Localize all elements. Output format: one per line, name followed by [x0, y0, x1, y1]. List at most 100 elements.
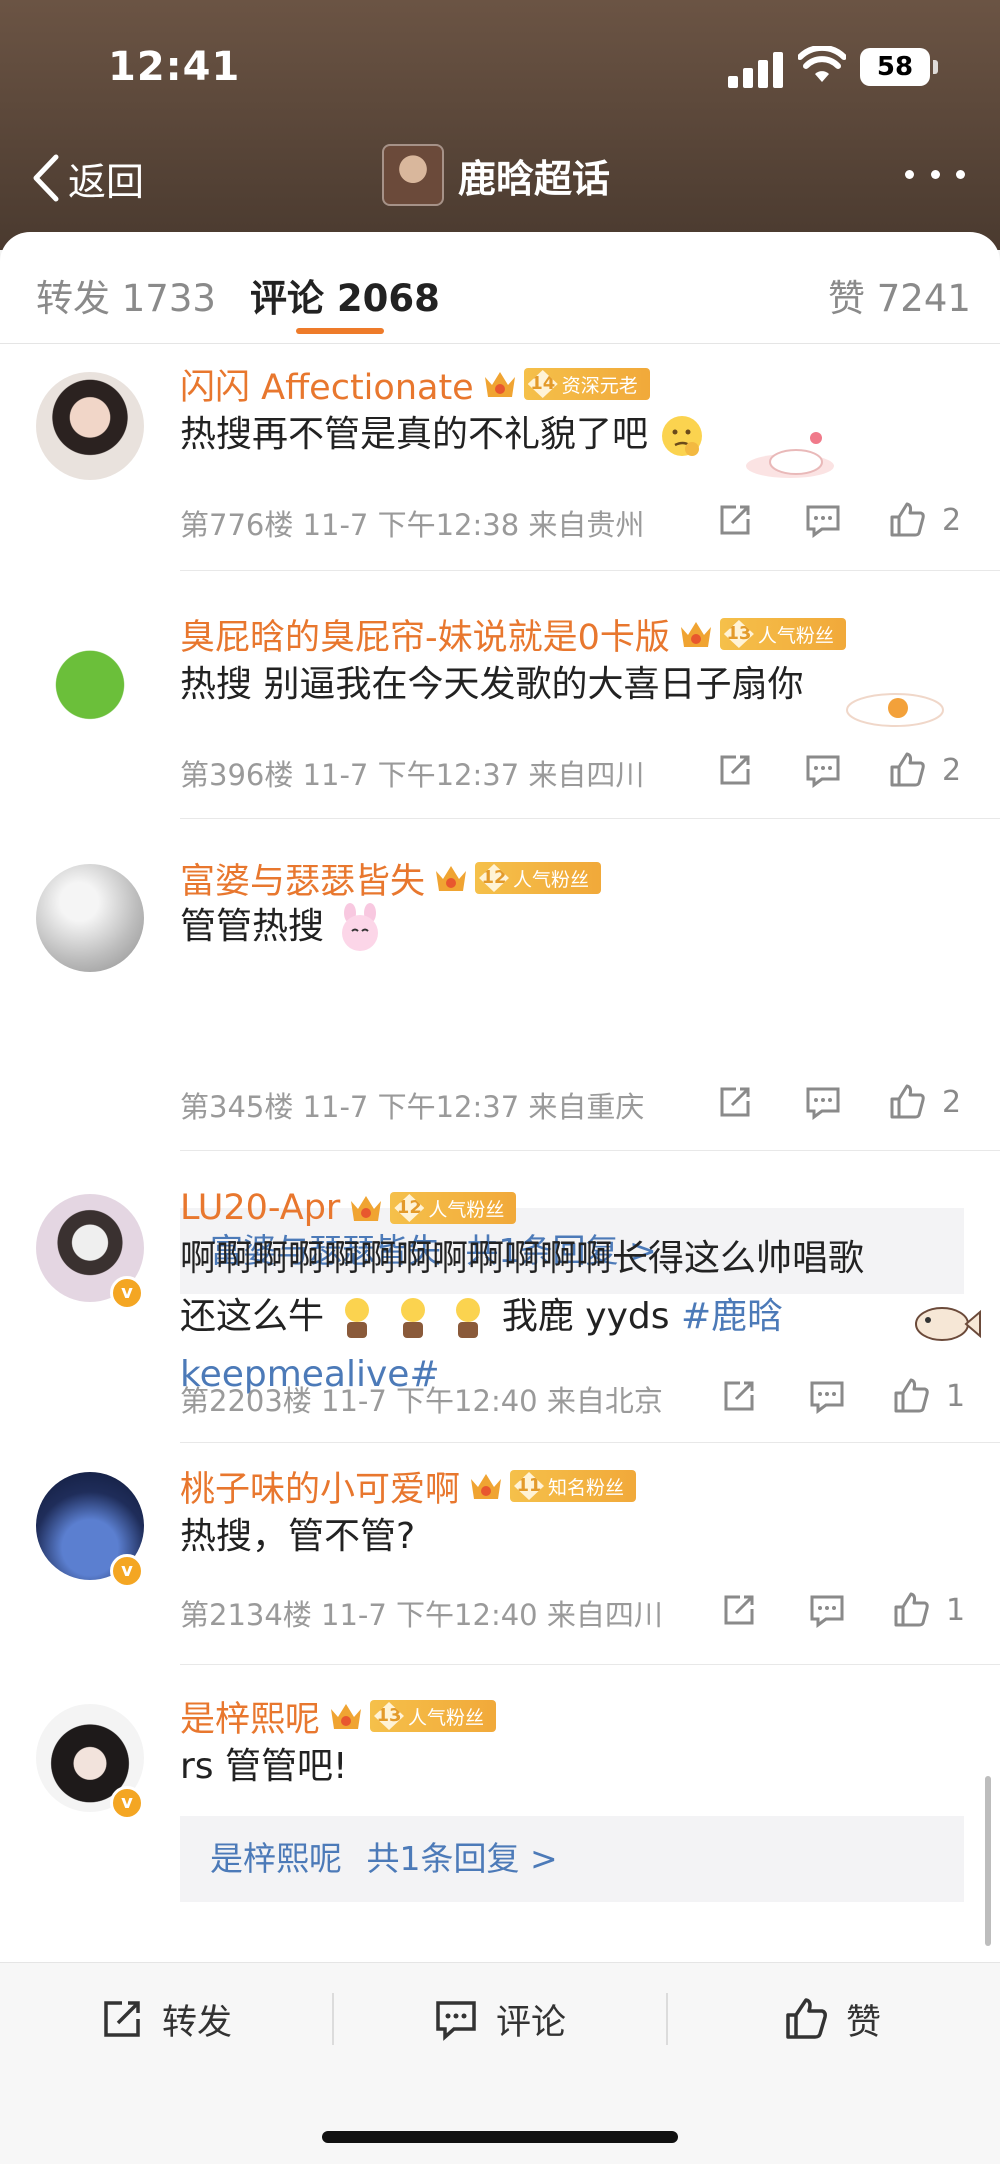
status-time: 12:41	[108, 44, 241, 90]
comment-meta: 第776楼 11-7 下午12:38 来自贵州	[180, 508, 645, 542]
wifi-icon	[798, 46, 846, 82]
lightbulb-emoji-icon	[400, 1298, 425, 1338]
reply-button[interactable]	[804, 498, 842, 542]
crown-icon	[471, 1474, 502, 1499]
comment-icon	[810, 1381, 844, 1414]
fan-level-badge: 13 人气粉丝	[370, 1700, 497, 1732]
share-button[interactable]	[720, 1374, 758, 1418]
username[interactable]: LU20-Apr	[180, 1188, 340, 1228]
like-button[interactable]: 2	[888, 1080, 961, 1124]
cat-sticker-icon	[746, 432, 834, 478]
more-options-button[interactable]	[905, 170, 965, 186]
username[interactable]: 臭屁晗的臭屁帘-妹说就是0卡版	[180, 609, 670, 660]
tab-comments[interactable]: 评论 2068	[250, 268, 440, 322]
like-count: 2	[942, 752, 962, 788]
like-label: 赞	[846, 2002, 882, 2043]
comment-actions: 2	[716, 1080, 976, 1124]
thumbs-up-icon	[786, 1998, 827, 2039]
hashtag-link[interactable]: #鹿晗	[681, 1296, 783, 1337]
tab-reposts[interactable]: 转发 1733	[36, 268, 216, 322]
scrollbar[interactable]	[985, 1776, 991, 1946]
fan-level: 12	[394, 1194, 425, 1222]
crown-icon	[680, 622, 711, 647]
thumbs-up-icon	[890, 1084, 925, 1119]
share-button[interactable]	[720, 1588, 758, 1632]
divider	[180, 570, 1000, 571]
crown-icon	[436, 866, 467, 891]
crown-icon	[331, 1704, 362, 1729]
tab-likes[interactable]: 赞 7241	[828, 268, 971, 322]
username[interactable]: 闪闪 Affectionate	[180, 359, 474, 410]
comment-icon	[806, 1087, 840, 1120]
username[interactable]: 是梓熙呢	[180, 1691, 320, 1742]
like-button[interactable]: 2	[888, 748, 961, 792]
thumbs-up-icon	[890, 752, 925, 787]
supertopic-title[interactable]: 鹿晗超话	[382, 140, 610, 210]
comment-header: 是梓熙呢 13 人气粉丝	[180, 1694, 497, 1740]
back-button[interactable]: 返回	[28, 148, 144, 208]
reply-button[interactable]	[808, 1374, 846, 1418]
fan-level-badge: 12 人气粉丝	[475, 862, 602, 894]
fan-title: 人气粉丝	[757, 624, 834, 647]
comment-meta: 第396楼 11-7 下午12:37 来自四川	[180, 758, 645, 792]
share-icon	[724, 1595, 754, 1625]
like-button[interactable]: 1	[892, 1588, 965, 1632]
like-count: 2	[942, 1084, 962, 1120]
fan-title: 人气粉丝	[513, 868, 590, 891]
username[interactable]: 富婆与瑟瑟皆失	[180, 853, 425, 904]
chevron-left-icon	[33, 154, 59, 202]
repost-label: 转发	[162, 2002, 233, 2043]
comment-label: 评论	[496, 2002, 567, 2043]
fan-level: 14	[527, 370, 558, 398]
bottom-action-bar: 转发 评论 赞	[0, 1962, 1000, 2164]
comment-text: 热搜再不管是真的不礼貌了吧	[180, 406, 970, 464]
like-button[interactable]: 2	[888, 498, 961, 542]
supertopic-avatar	[382, 144, 444, 206]
reply-button[interactable]	[808, 1588, 846, 1632]
share-button[interactable]	[716, 498, 754, 542]
thumbs-up-icon	[894, 1378, 929, 1413]
fan-title: 知名粉丝	[548, 1476, 625, 1499]
avatar[interactable]	[36, 864, 144, 972]
verified-badge-icon: v	[110, 1786, 144, 1820]
comment-actions: 2	[716, 498, 976, 542]
like-count: 1	[946, 1378, 966, 1414]
fan-title: 资深元老	[561, 374, 638, 397]
reply-count-link[interactable]: 共1条回复 >	[367, 1839, 558, 1878]
like-button[interactable]: 1	[892, 1374, 965, 1418]
reply-preview[interactable]: 是梓熙呢 共1条回复 >	[180, 1816, 964, 1902]
share-button[interactable]	[716, 748, 754, 792]
comment-header: 闪闪 Affectionate 14 资深元老	[180, 362, 650, 408]
header-background: 12:41 58 返回 鹿晗超话	[0, 0, 1000, 250]
comment-icon	[806, 505, 840, 538]
share-icon	[104, 2001, 140, 2037]
separator	[332, 1993, 334, 2045]
username[interactable]: 桃子味的小可爱啊	[180, 1461, 460, 1512]
like-count: 1	[946, 1592, 966, 1628]
home-indicator[interactable]	[322, 2131, 678, 2143]
avatar[interactable]	[36, 620, 144, 728]
fan-level: 11	[514, 1472, 545, 1500]
avatar[interactable]	[36, 372, 144, 480]
reply-button[interactable]	[804, 748, 842, 792]
like-post-button[interactable]: 赞	[784, 1989, 881, 2049]
comment-actions: 1	[720, 1374, 980, 1418]
reply-author[interactable]: 是梓熙呢	[210, 1839, 342, 1878]
share-button[interactable]	[716, 1080, 754, 1124]
comment-header: LU20-Apr 12 人气粉丝	[180, 1186, 517, 1230]
fan-level-badge: 14 资深元老	[523, 368, 650, 400]
repost-button[interactable]: 转发	[100, 1989, 232, 2049]
comment-text: 热搜，管不管?	[180, 1516, 416, 1557]
comment-button[interactable]: 评论	[434, 1989, 566, 2049]
fan-level: 13	[723, 620, 754, 648]
comment-header: 富婆与瑟瑟皆失 12 人气粉丝	[180, 856, 602, 902]
reply-button[interactable]	[804, 1080, 842, 1124]
nav-bar: 返回 鹿晗超话	[0, 130, 1000, 230]
fan-level-badge: 12 人气粉丝	[390, 1192, 517, 1224]
battery-icon: 58	[860, 48, 940, 86]
share-icon	[720, 505, 750, 535]
comment-header: 臭屁晗的臭屁帘-妹说就是0卡版 13 人气粉丝	[180, 612, 846, 658]
thinking-emoji-icon	[662, 416, 703, 456]
comment-meta: 第2203楼 11-7 下午12:40 来自北京	[180, 1384, 663, 1418]
comment-text: rs 管管吧!	[180, 1746, 348, 1787]
